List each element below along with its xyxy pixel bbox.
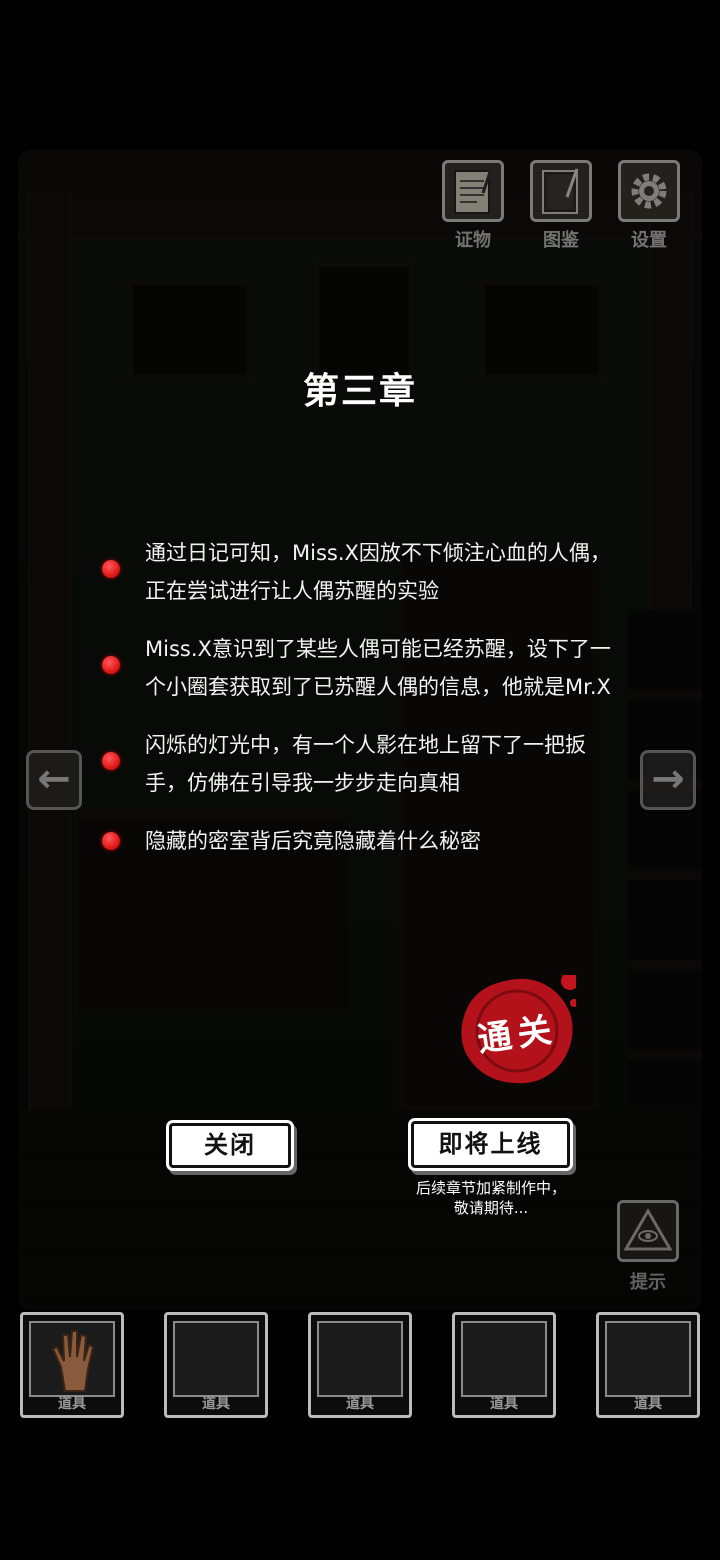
arrow-left-icon: ← bbox=[37, 756, 71, 802]
gallery-button[interactable]: 图鉴 bbox=[526, 160, 596, 252]
clue-list: 通过日记可知，Miss.X因放不下倾注心血的人偶，正在尝试进行让人偶苏醒的实验 … bbox=[100, 534, 620, 860]
hand-icon bbox=[51, 1330, 95, 1392]
seal-text: 通关 bbox=[475, 1009, 560, 1060]
coming-soon-note-line2: 敬请期待... bbox=[453, 1199, 529, 1217]
arrow-right-icon: → bbox=[651, 756, 685, 802]
left-arrow-button[interactable]: ← bbox=[26, 750, 82, 810]
inventory-slot-frame bbox=[605, 1321, 691, 1397]
evidence-label: 证物 bbox=[455, 230, 491, 251]
gallery-label: 图鉴 bbox=[543, 230, 579, 251]
clue-item: 通过日记可知，Miss.X因放不下倾注心血的人偶，正在尝试进行让人偶苏醒的实验 bbox=[100, 534, 620, 610]
hint-button[interactable]: 提示 bbox=[615, 1200, 681, 1294]
inventory-slot-frame bbox=[29, 1321, 115, 1397]
inventory-slot[interactable]: 道具 bbox=[20, 1312, 124, 1418]
red-bullet-icon bbox=[102, 656, 120, 674]
red-bullet-icon bbox=[102, 560, 120, 578]
notepad-icon bbox=[442, 160, 504, 222]
gear-icon bbox=[618, 160, 680, 222]
inventory-slot-frame bbox=[461, 1321, 547, 1397]
inventory-slot[interactable]: 道具 bbox=[596, 1312, 700, 1418]
inventory-slot-frame bbox=[173, 1321, 259, 1397]
clue-text: Miss.X意识到了某些人偶可能已经苏醒，设下了一个小圈套获取到了已苏醒人偶的信… bbox=[145, 637, 611, 699]
clue-item: 闪烁的灯光中，有一个人影在地上留下了一把扳手，仿佛在引导我一步步走向真相 bbox=[100, 726, 620, 802]
red-bullet-icon bbox=[102, 752, 120, 770]
clue-text: 隐藏的密室背后究竟隐藏着什么秘密 bbox=[145, 829, 481, 853]
clue-text: 通过日记可知，Miss.X因放不下倾注心血的人偶，正在尝试进行让人偶苏醒的实验 bbox=[145, 541, 611, 603]
inventory-slot-label: 道具 bbox=[202, 1396, 230, 1412]
settings-label: 设置 bbox=[631, 230, 667, 251]
chapter-clear-seal: 通关 bbox=[446, 972, 579, 1089]
inventory-bar: 道具 道具 道具 道具 道具 bbox=[20, 1312, 700, 1418]
inventory-slot[interactable]: 道具 bbox=[164, 1312, 268, 1418]
inventory-slot-label: 道具 bbox=[490, 1396, 518, 1412]
hint-label: 提示 bbox=[630, 1272, 666, 1293]
chapter-title: 第三章 bbox=[302, 371, 417, 412]
red-bullet-icon bbox=[102, 832, 120, 850]
inventory-slot-frame bbox=[317, 1321, 403, 1397]
eye-triangle-icon bbox=[617, 1200, 679, 1262]
clue-item: 隐藏的密室背后究竟隐藏着什么秘密 bbox=[100, 822, 620, 860]
coming-soon-button[interactable]: 即将上线 bbox=[411, 1121, 570, 1168]
inventory-slot-label: 道具 bbox=[346, 1396, 374, 1412]
right-arrow-button[interactable]: → bbox=[640, 750, 696, 810]
coming-soon-note-line1: 后续章节加紧制作中， bbox=[415, 1179, 566, 1197]
evidence-button[interactable]: 证物 bbox=[438, 160, 508, 252]
close-button[interactable]: 关闭 bbox=[169, 1123, 291, 1168]
inventory-slot-label: 道具 bbox=[58, 1396, 86, 1412]
clue-text: 闪烁的灯光中，有一个人影在地上留下了一把扳手，仿佛在引导我一步步走向真相 bbox=[145, 733, 586, 795]
clue-item: Miss.X意识到了某些人偶可能已经苏醒，设下了一个小圈套获取到了已苏醒人偶的信… bbox=[100, 630, 620, 706]
inventory-slot[interactable]: 道具 bbox=[452, 1312, 556, 1418]
book-icon bbox=[530, 160, 592, 222]
inventory-slot[interactable]: 道具 bbox=[308, 1312, 412, 1418]
coming-soon-note: 后续章节加紧制作中， 敬请期待... bbox=[400, 1178, 582, 1218]
settings-button[interactable]: 设置 bbox=[614, 160, 684, 252]
inventory-slot-label: 道具 bbox=[634, 1396, 662, 1412]
